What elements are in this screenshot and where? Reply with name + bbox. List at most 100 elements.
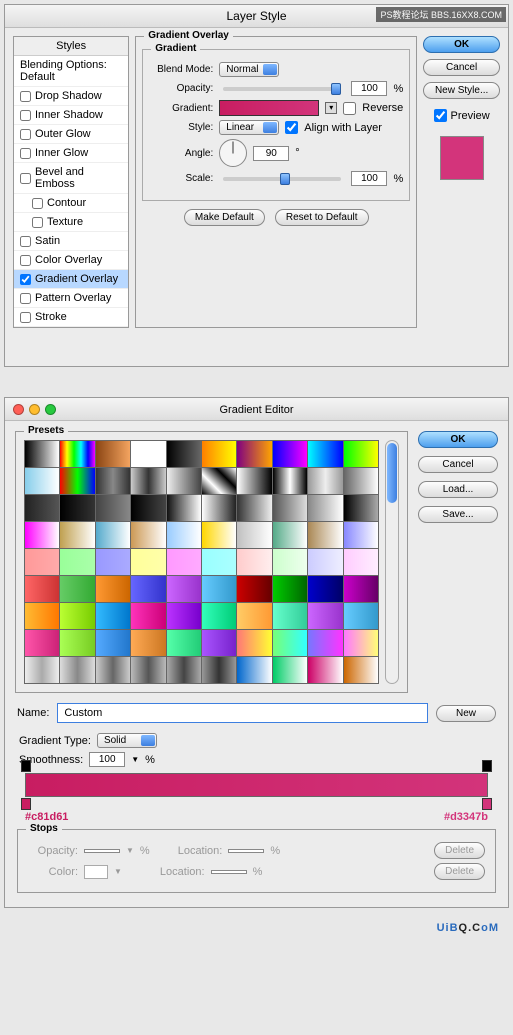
preset-swatch[interactable] (308, 441, 342, 467)
preset-swatch[interactable] (131, 603, 165, 629)
style-item-contour[interactable]: Contour (14, 194, 128, 213)
minimize-icon[interactable] (29, 404, 40, 415)
preset-swatch[interactable] (202, 522, 236, 548)
preset-swatch[interactable] (344, 603, 378, 629)
preset-swatch[interactable] (167, 441, 201, 467)
reverse-checkbox[interactable] (343, 102, 356, 115)
preset-swatch[interactable] (167, 549, 201, 575)
preset-swatch[interactable] (237, 522, 271, 548)
dropdown-icon[interactable]: ▼ (126, 846, 134, 855)
preset-swatch[interactable] (237, 576, 271, 602)
align-checkbox[interactable] (285, 121, 298, 134)
preset-swatch[interactable] (96, 495, 130, 521)
blending-options-item[interactable]: Blending Options: Default (14, 56, 128, 87)
scale-slider[interactable] (223, 177, 341, 181)
style-item-color-overlay[interactable]: Color Overlay (14, 251, 128, 270)
preset-swatch[interactable] (237, 495, 271, 521)
gradient-swatch[interactable] (219, 100, 319, 116)
preset-swatch[interactable] (60, 603, 94, 629)
angle-dial[interactable] (219, 139, 247, 167)
preset-swatch[interactable] (96, 549, 130, 575)
preset-swatch[interactable] (273, 441, 307, 467)
preset-swatch[interactable] (25, 630, 59, 656)
style-item-texture[interactable]: Texture (14, 213, 128, 232)
preset-swatch[interactable] (273, 468, 307, 494)
preset-swatch[interactable] (131, 630, 165, 656)
preset-swatch[interactable] (308, 576, 342, 602)
style-item-satin[interactable]: Satin (14, 232, 128, 251)
cancel-button[interactable]: Cancel (418, 456, 498, 473)
blend-mode-select[interactable]: Normal (219, 62, 279, 77)
preset-swatch[interactable] (308, 522, 342, 548)
style-item-stroke[interactable]: Stroke (14, 308, 128, 327)
new-style-button[interactable]: New Style... (423, 82, 500, 99)
preset-swatch[interactable] (273, 657, 307, 683)
preset-swatch[interactable] (308, 657, 342, 683)
preset-swatch[interactable] (96, 657, 130, 683)
preset-swatch[interactable] (131, 441, 165, 467)
dropdown-icon[interactable]: ▼ (131, 755, 139, 764)
name-field[interactable] (57, 703, 428, 723)
preset-swatch[interactable] (167, 630, 201, 656)
preset-swatch[interactable] (167, 522, 201, 548)
preset-swatch[interactable] (344, 522, 378, 548)
preset-swatch[interactable] (273, 549, 307, 575)
preset-swatch[interactable] (60, 522, 94, 548)
new-button[interactable]: New (436, 705, 496, 722)
style-checkbox[interactable] (20, 255, 31, 266)
ok-button[interactable]: OK (418, 431, 498, 448)
preset-swatch[interactable] (25, 603, 59, 629)
preset-swatch[interactable] (131, 495, 165, 521)
preset-swatch[interactable] (237, 630, 271, 656)
preset-swatch[interactable] (25, 495, 59, 521)
stop-opacity-field[interactable] (84, 849, 120, 853)
style-checkbox[interactable] (20, 236, 31, 247)
delete-opacity-stop-button[interactable]: Delete (434, 842, 485, 859)
preset-swatch[interactable] (25, 657, 59, 683)
preset-swatch[interactable] (60, 441, 94, 467)
preset-swatch[interactable] (344, 441, 378, 467)
preset-swatch[interactable] (131, 468, 165, 494)
preset-swatch[interactable] (202, 495, 236, 521)
style-item-bevel-and-emboss[interactable]: Bevel and Emboss (14, 163, 128, 194)
presets-scrollbar[interactable] (385, 440, 399, 684)
preset-swatch[interactable] (308, 603, 342, 629)
preset-swatch[interactable] (308, 630, 342, 656)
preset-swatch[interactable] (237, 441, 271, 467)
preset-swatch[interactable] (25, 468, 59, 494)
load-button[interactable]: Load... (418, 481, 498, 498)
close-icon[interactable] (13, 404, 24, 415)
preset-swatch[interactable] (308, 495, 342, 521)
style-checkbox[interactable] (20, 91, 31, 102)
delete-color-stop-button[interactable]: Delete (434, 863, 485, 880)
save-button[interactable]: Save... (418, 506, 498, 523)
preset-swatch[interactable] (96, 603, 130, 629)
gradient-type-select[interactable]: Solid (97, 733, 157, 748)
preset-swatch[interactable] (96, 468, 130, 494)
preset-swatch[interactable] (25, 441, 59, 467)
opacity-field[interactable]: 100 (351, 81, 387, 96)
preset-swatch[interactable] (344, 468, 378, 494)
preset-swatch[interactable] (202, 603, 236, 629)
preset-swatch[interactable] (167, 657, 201, 683)
preset-swatch[interactable] (25, 522, 59, 548)
opacity-slider[interactable] (223, 87, 341, 91)
color-stop-left[interactable] (21, 798, 31, 810)
preset-swatch[interactable] (273, 576, 307, 602)
preset-grid[interactable] (24, 440, 379, 684)
preset-swatch[interactable] (96, 576, 130, 602)
preset-swatch[interactable] (273, 630, 307, 656)
preset-swatch[interactable] (60, 495, 94, 521)
preset-swatch[interactable] (60, 630, 94, 656)
preset-swatch[interactable] (25, 576, 59, 602)
style-checkbox[interactable] (32, 198, 43, 209)
preset-swatch[interactable] (60, 549, 94, 575)
preset-swatch[interactable] (167, 576, 201, 602)
preset-swatch[interactable] (60, 576, 94, 602)
style-checkbox[interactable] (20, 312, 31, 323)
style-item-inner-shadow[interactable]: Inner Shadow (14, 106, 128, 125)
dropdown-icon[interactable]: ▼ (114, 867, 122, 876)
preset-swatch[interactable] (202, 576, 236, 602)
style-checkbox[interactable] (32, 217, 43, 228)
style-checkbox[interactable] (20, 274, 31, 285)
